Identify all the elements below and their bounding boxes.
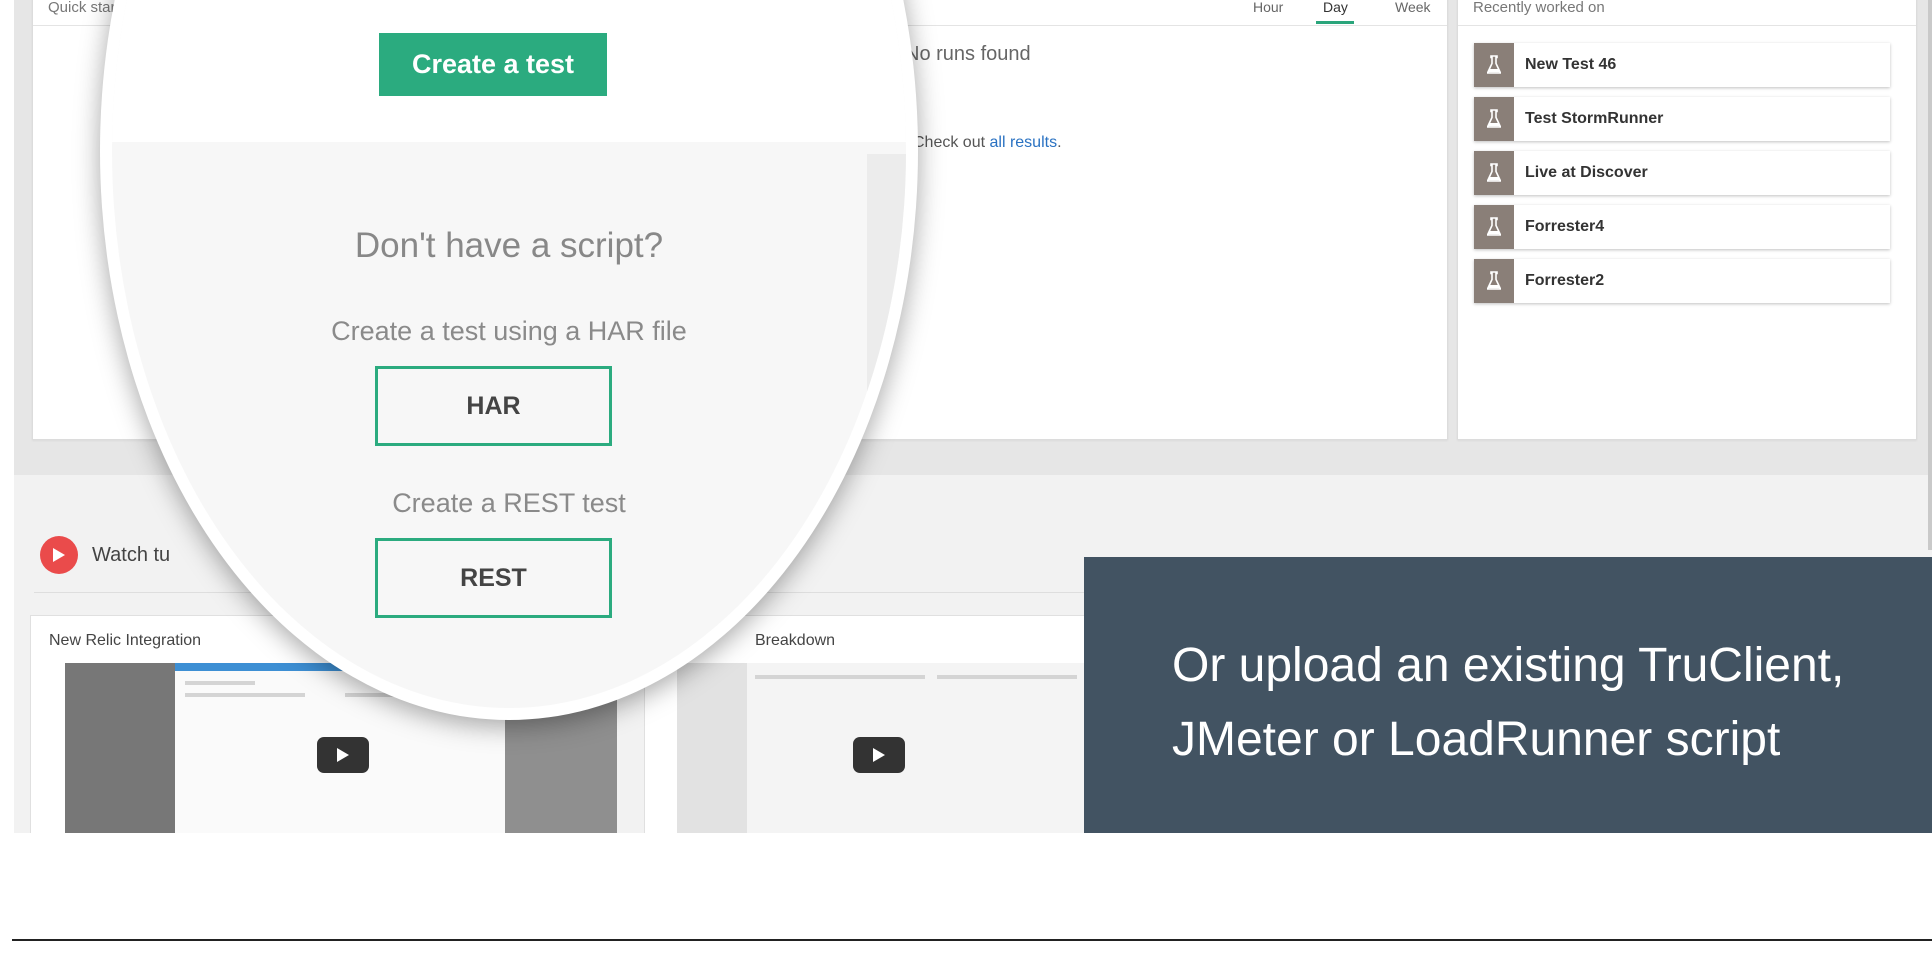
recent-title: Recently worked on [1473,0,1605,16]
flask-icon [1474,43,1514,87]
thumbnail-sidebar [65,663,175,833]
callout-text: Or upload an existing TruClient, JMeter … [1172,639,1845,766]
scrollbar[interactable] [1928,0,1932,550]
play-icon[interactable] [40,536,78,574]
video-title: New Relic Integration [49,632,202,649]
create-test-button[interactable]: Create a test [379,33,607,96]
rest-caption: Create a REST test [392,488,626,518]
no-runs-message: No runs found [905,43,1031,65]
recent-item-label: New Test 46 [1525,56,1617,73]
recent-item[interactable]: New Test 46 [1474,43,1890,87]
recent-item[interactable]: Test StormRunner [1474,97,1890,141]
har-button[interactable]: HAR [375,366,612,446]
recent-item-label: Test StormRunner [1525,110,1664,127]
flask-icon [1474,259,1514,303]
thumbnail-line [185,681,255,685]
video-title: Breakdown [755,632,836,649]
check-out-suffix: . [1057,134,1062,151]
check-out-text: Check out all results. [913,134,1062,152]
active-tab-indicator [1316,21,1354,24]
flask-icon [1474,205,1514,249]
all-results-link[interactable]: all results [989,134,1057,151]
tab-day[interactable]: Day [1323,0,1348,15]
video-frame: Quick start Hour Day Week No runs found … [0,0,1932,980]
quick-start-title: Quick start [48,0,120,16]
thumbnail-line [937,675,1077,679]
no-script-heading: Don't have a script? [354,226,664,265]
recent-header: Recently worked on [1458,0,1916,26]
video-play-icon[interactable] [853,737,905,773]
flask-icon [1474,151,1514,195]
recent-item[interactable]: Forrester4 [1474,205,1890,249]
recent-item-label: Forrester2 [1525,272,1605,289]
rest-button[interactable]: REST [375,538,612,618]
bottom-rule [12,939,1932,941]
har-caption: Create a test using a HAR file [331,316,687,346]
callout-box: Or upload an existing TruClient, JMeter … [1084,557,1932,833]
tab-hour[interactable]: Hour [1253,0,1283,15]
thumbnail-sidebar [677,663,747,833]
recent-item-label: Live at Discover [1525,164,1648,181]
thumbnail-content [747,663,1115,833]
recently-worked-on-panel: Recently worked on New Test 46 Test Stor… [1457,0,1917,440]
check-out-prefix: Check out [913,134,990,151]
watch-tutorials-label[interactable]: Watch tu [92,544,170,567]
video-play-icon[interactable] [317,737,369,773]
flask-icon [1474,97,1514,141]
recent-item-label: Forrester4 [1525,218,1605,235]
thumbnail-line [185,693,305,697]
tab-week[interactable]: Week [1395,0,1431,15]
recent-item[interactable]: Forrester2 [1474,259,1890,303]
recent-item[interactable]: Live at Discover [1474,151,1890,195]
